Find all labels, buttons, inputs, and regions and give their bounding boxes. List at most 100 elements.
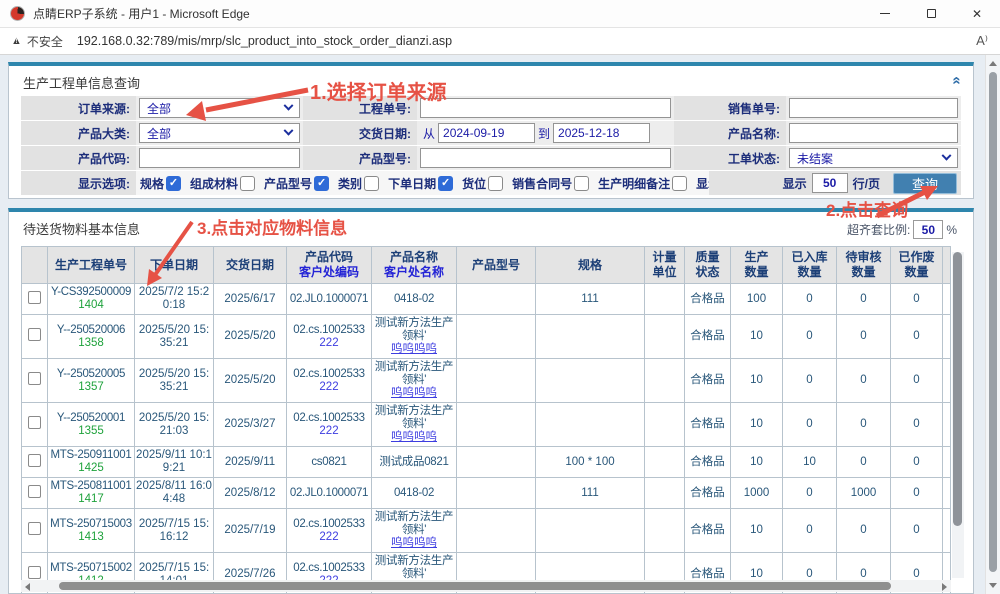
- option-checkbox[interactable]: [314, 176, 329, 191]
- column-header-sublabel[interactable]: 客户处编码: [289, 265, 369, 280]
- product-model-cell: [457, 315, 536, 359]
- option-label: 下单日期: [388, 175, 436, 192]
- product-code-input[interactable]: [139, 148, 300, 168]
- table-row[interactable]: MTS-25091100114252025/9/11 10:19:212025/…: [22, 447, 951, 478]
- project-no-input[interactable]: [420, 98, 671, 118]
- display-option: 生产明细备注: [598, 175, 687, 192]
- spacer-cell: [943, 359, 951, 403]
- column-header-sublabel[interactable]: 客户处名称: [374, 265, 454, 280]
- table-vertical-scrollbar[interactable]: [952, 252, 964, 578]
- ratio-input[interactable]: [913, 220, 943, 239]
- product-name-cell: 0418-02: [372, 284, 457, 315]
- table-horizontal-scrollbar[interactable]: [21, 580, 951, 592]
- void-qty-cell: 0: [891, 478, 943, 509]
- row-checkbox[interactable]: [28, 485, 41, 498]
- scroll-left-icon[interactable]: [25, 583, 30, 591]
- row-checkbox[interactable]: [28, 416, 41, 429]
- row-checkbox[interactable]: [28, 566, 41, 579]
- product-model-input[interactable]: [420, 148, 671, 168]
- unit-cell: [645, 447, 685, 478]
- date-to-input[interactable]: [553, 123, 650, 143]
- close-button[interactable]: ✕: [954, 0, 1000, 28]
- spec-cell: 111: [536, 478, 645, 509]
- option-checkbox[interactable]: [240, 176, 255, 191]
- row-checkbox[interactable]: [28, 328, 41, 341]
- sales-no-input[interactable]: [789, 98, 958, 118]
- read-aloud-icon[interactable]: A⁾: [976, 33, 988, 49]
- order-source-label: 订单来源:: [21, 96, 136, 120]
- url-bar[interactable]: ▲ 不安全 192.168.0.32:789/mis/mrp/slc_produ…: [0, 28, 1000, 55]
- spacer-cell: [943, 403, 951, 447]
- stored-qty-cell: 0: [783, 315, 837, 359]
- option-checkbox[interactable]: [488, 176, 503, 191]
- column-header: 待审核 数量: [837, 247, 891, 284]
- display-option: 组成材料: [190, 175, 255, 192]
- page-size-input[interactable]: [812, 173, 848, 193]
- delivery-date-cell: 2025/7/19: [214, 509, 287, 553]
- table-row[interactable]: Y--25052000513572025/5/20 15:35:212025/5…: [22, 359, 951, 403]
- option-checkbox[interactable]: [364, 176, 379, 191]
- search-button[interactable]: 查询: [893, 173, 957, 194]
- product-name-input[interactable]: [789, 123, 958, 143]
- product-category-select[interactable]: 全部: [139, 123, 300, 143]
- order-source-select[interactable]: 全部: [139, 98, 300, 118]
- stored-qty-cell: 10: [783, 447, 837, 478]
- minimize-button[interactable]: [862, 0, 908, 28]
- unit-cell: [645, 478, 685, 509]
- stored-qty-cell: 0: [783, 478, 837, 509]
- scroll-right-icon[interactable]: [942, 583, 947, 591]
- table-row[interactable]: MTS-25071500314132025/7/15 15:16:122025/…: [22, 509, 951, 553]
- option-checkbox[interactable]: [672, 176, 687, 191]
- page-scrollbar-thumb[interactable]: [989, 72, 997, 572]
- table-row[interactable]: Y--25052000613582025/5/20 15:35:212025/5…: [22, 315, 951, 359]
- page-scrollbar[interactable]: [985, 55, 1000, 594]
- order-date-cell: 2025/8/11 16:04:48: [135, 478, 214, 509]
- table-row[interactable]: Y-CS39250000914042025/7/2 15:20:182025/6…: [22, 284, 951, 315]
- display-option: 产品型号: [264, 175, 329, 192]
- qty-cell: 100: [731, 284, 783, 315]
- column-header: 规格: [536, 247, 645, 284]
- order-status-select[interactable]: 未结案: [789, 148, 958, 168]
- review-qty-cell: 0: [837, 509, 891, 553]
- product-model-cell: [457, 478, 536, 509]
- row-checkbox[interactable]: [28, 522, 41, 535]
- collapse-panel-icon[interactable]: «: [949, 76, 964, 84]
- ratio-label: 超齐套比例:: [847, 221, 910, 238]
- option-checkbox[interactable]: [574, 176, 589, 191]
- row-checkbox[interactable]: [28, 291, 41, 304]
- scroll-up-icon[interactable]: [989, 61, 997, 66]
- select-cell: [22, 447, 48, 478]
- option-checkbox[interactable]: [438, 176, 453, 191]
- rows-per-page-label: 行/页: [853, 175, 880, 192]
- query-panel: 生产工程单信息查询 « 订单来源: 全部 工程单号: 销售单号: 产品大类:: [8, 62, 974, 199]
- qty-cell: 10: [731, 403, 783, 447]
- table-row[interactable]: Y--25052000113552025/5/20 15:21:032025/3…: [22, 403, 951, 447]
- option-label: 销售合同号: [512, 175, 572, 192]
- product-code-cell: 02.cs.1002533222: [287, 509, 372, 553]
- spacer-cell: [943, 447, 951, 478]
- table-hscrollbar-thumb[interactable]: [59, 582, 891, 590]
- row-checkbox[interactable]: [28, 454, 41, 467]
- qty-cell: 10: [731, 447, 783, 478]
- column-header-label: 生产工程单号: [50, 258, 132, 273]
- scroll-down-icon[interactable]: [989, 583, 997, 588]
- delivery-date-cell: 2025/5/20: [214, 359, 287, 403]
- select-cell: [22, 284, 48, 315]
- product-category-value: 全部: [147, 125, 171, 142]
- ratio-unit: %: [946, 223, 957, 237]
- materials-table: 生产工程单号下单日期交货日期产品代码客户处编码产品名称客户处名称产品型号规格计量…: [21, 246, 951, 594]
- product-code-cell: 02.cs.1002533222: [287, 315, 372, 359]
- address-url[interactable]: 192.168.0.32:789/mis/mrp/slc_product_int…: [77, 34, 976, 48]
- date-from-input[interactable]: [438, 123, 535, 143]
- row-checkbox[interactable]: [28, 372, 41, 385]
- date-from-label: 从: [423, 125, 435, 142]
- void-qty-cell: 0: [891, 447, 943, 478]
- quality-cell: 合格品: [685, 284, 731, 315]
- option-checkbox[interactable]: [166, 176, 181, 191]
- spacer-cell: [943, 509, 951, 553]
- order-date-cell: 2025/5/20 15:35:21: [135, 315, 214, 359]
- table-vscrollbar-thumb[interactable]: [953, 252, 962, 526]
- column-header: 下单日期: [135, 247, 214, 284]
- maximize-button[interactable]: [908, 0, 954, 28]
- table-row[interactable]: MTS-25081100114172025/8/11 16:04:482025/…: [22, 478, 951, 509]
